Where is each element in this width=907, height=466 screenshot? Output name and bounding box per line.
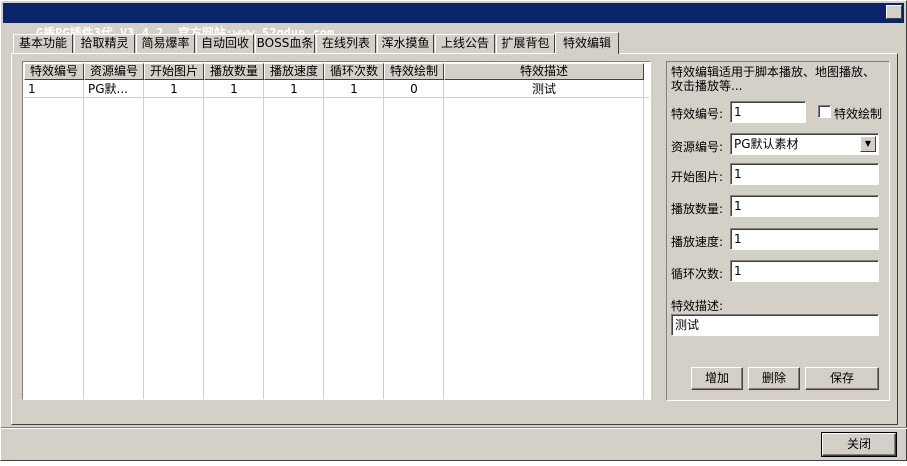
- column-divider: [203, 80, 204, 399]
- resource-id-label: 资源编号:: [671, 140, 724, 154]
- column-header-loop-count[interactable]: 循环次数: [324, 63, 384, 80]
- chevron-down-icon: ▼: [864, 139, 872, 148]
- tab-online-list[interactable]: 在线列表: [316, 34, 376, 53]
- play-speed-input[interactable]: 1: [730, 228, 879, 250]
- cell-start-image: 1: [170, 82, 178, 96]
- tab-login-announcement[interactable]: 上线公告: [435, 34, 495, 53]
- window-close-button[interactable]: ✕: [886, 5, 902, 19]
- resource-dropdown-button[interactable]: ▼: [860, 136, 876, 152]
- tab-basic-functions[interactable]: 基本功能: [13, 34, 73, 53]
- column-divider: [443, 80, 444, 399]
- title-bar: G盾PG插件3代 V3.4.2 官方网站:www.52gdun.com ✕: [3, 3, 904, 40]
- draw-effect-checkbox[interactable]: [818, 105, 831, 118]
- play-count-label: 播放数量:: [671, 202, 724, 216]
- effect-description-input[interactable]: 测试: [671, 314, 879, 336]
- add-button[interactable]: 增加: [691, 367, 743, 390]
- table-row[interactable]: 1 PG默... 1 1 1 1 0 测试: [24, 81, 649, 98]
- tab-boss-hp-bar[interactable]: BOSS血条: [255, 34, 315, 53]
- column-divider: [263, 80, 264, 399]
- close-button[interactable]: 关闭: [821, 432, 897, 457]
- cell-resource-id: PG默...: [88, 82, 128, 96]
- cell-effect-id: 1: [28, 82, 36, 96]
- start-image-label: 开始图片:: [671, 170, 724, 184]
- tab-effect-editor[interactable]: 特效编辑: [555, 32, 619, 54]
- main-window: G盾PG插件3代 V3.4.2 官方网站:www.52gdun.com ✕ 基本…: [0, 0, 907, 461]
- loop-count-input[interactable]: 1: [730, 260, 879, 282]
- column-divider: [143, 80, 144, 399]
- resource-id-select[interactable]: PG默认素材 ▼: [730, 133, 879, 155]
- tab-extended-bag[interactable]: 扩展背包: [496, 34, 555, 53]
- save-button[interactable]: 保存: [805, 367, 879, 390]
- column-header-effect-description[interactable]: 特效描述: [444, 63, 644, 80]
- column-divider: [383, 80, 384, 399]
- tab-auto-recycle[interactable]: 自动回收: [196, 34, 254, 53]
- tab-simple-drop-rate[interactable]: 简易爆率: [136, 34, 195, 53]
- column-header-effect-id[interactable]: 特效编号: [24, 63, 84, 80]
- column-header-draw-effect[interactable]: 特效绘制: [384, 63, 444, 80]
- effect-id-label: 特效编号:: [671, 107, 724, 121]
- column-header-resource-id[interactable]: 资源编号: [84, 63, 144, 80]
- play-speed-label: 播放速度:: [671, 235, 724, 249]
- effect-list[interactable]: 特效编号 资源编号 开始图片 播放数量 播放速度 循环次数 特效绘制 特效描述 …: [22, 61, 651, 400]
- loop-count-label: 循环次数:: [671, 267, 724, 281]
- effect-description-label: 特效描述:: [671, 299, 724, 313]
- draw-effect-label: 特效绘制: [834, 107, 883, 121]
- effect-editor-description: 特效编辑适用于脚本播放、地图播放、攻击播放等...: [671, 65, 876, 93]
- cell-loop-count: 1: [350, 82, 358, 96]
- column-header-start-image[interactable]: 开始图片: [144, 63, 204, 80]
- cell-draw-effect: 0: [410, 82, 418, 96]
- cell-effect-description: 测试: [531, 82, 556, 96]
- column-divider: [83, 80, 84, 399]
- footer-separator: [1, 427, 907, 429]
- tab-pickup-sprite[interactable]: 拾取精灵: [74, 34, 135, 53]
- effect-id-input[interactable]: 1: [730, 101, 806, 123]
- start-image-input[interactable]: 1: [730, 163, 879, 185]
- column-divider: [323, 80, 324, 399]
- column-header-play-count[interactable]: 播放数量: [204, 63, 264, 80]
- resource-id-value: PG默认素材: [734, 137, 799, 151]
- delete-button[interactable]: 删除: [748, 367, 800, 390]
- column-divider: [643, 80, 644, 399]
- column-header-play-speed[interactable]: 播放速度: [264, 63, 324, 80]
- effect-list-header: 特效编号 资源编号 开始图片 播放数量 播放速度 循环次数 特效绘制 特效描述: [24, 63, 649, 80]
- cell-play-count: 1: [230, 82, 238, 96]
- cell-play-speed: 1: [290, 82, 298, 96]
- play-count-input[interactable]: 1: [730, 195, 879, 217]
- tab-muddy-fishing[interactable]: 浑水摸鱼: [377, 34, 434, 53]
